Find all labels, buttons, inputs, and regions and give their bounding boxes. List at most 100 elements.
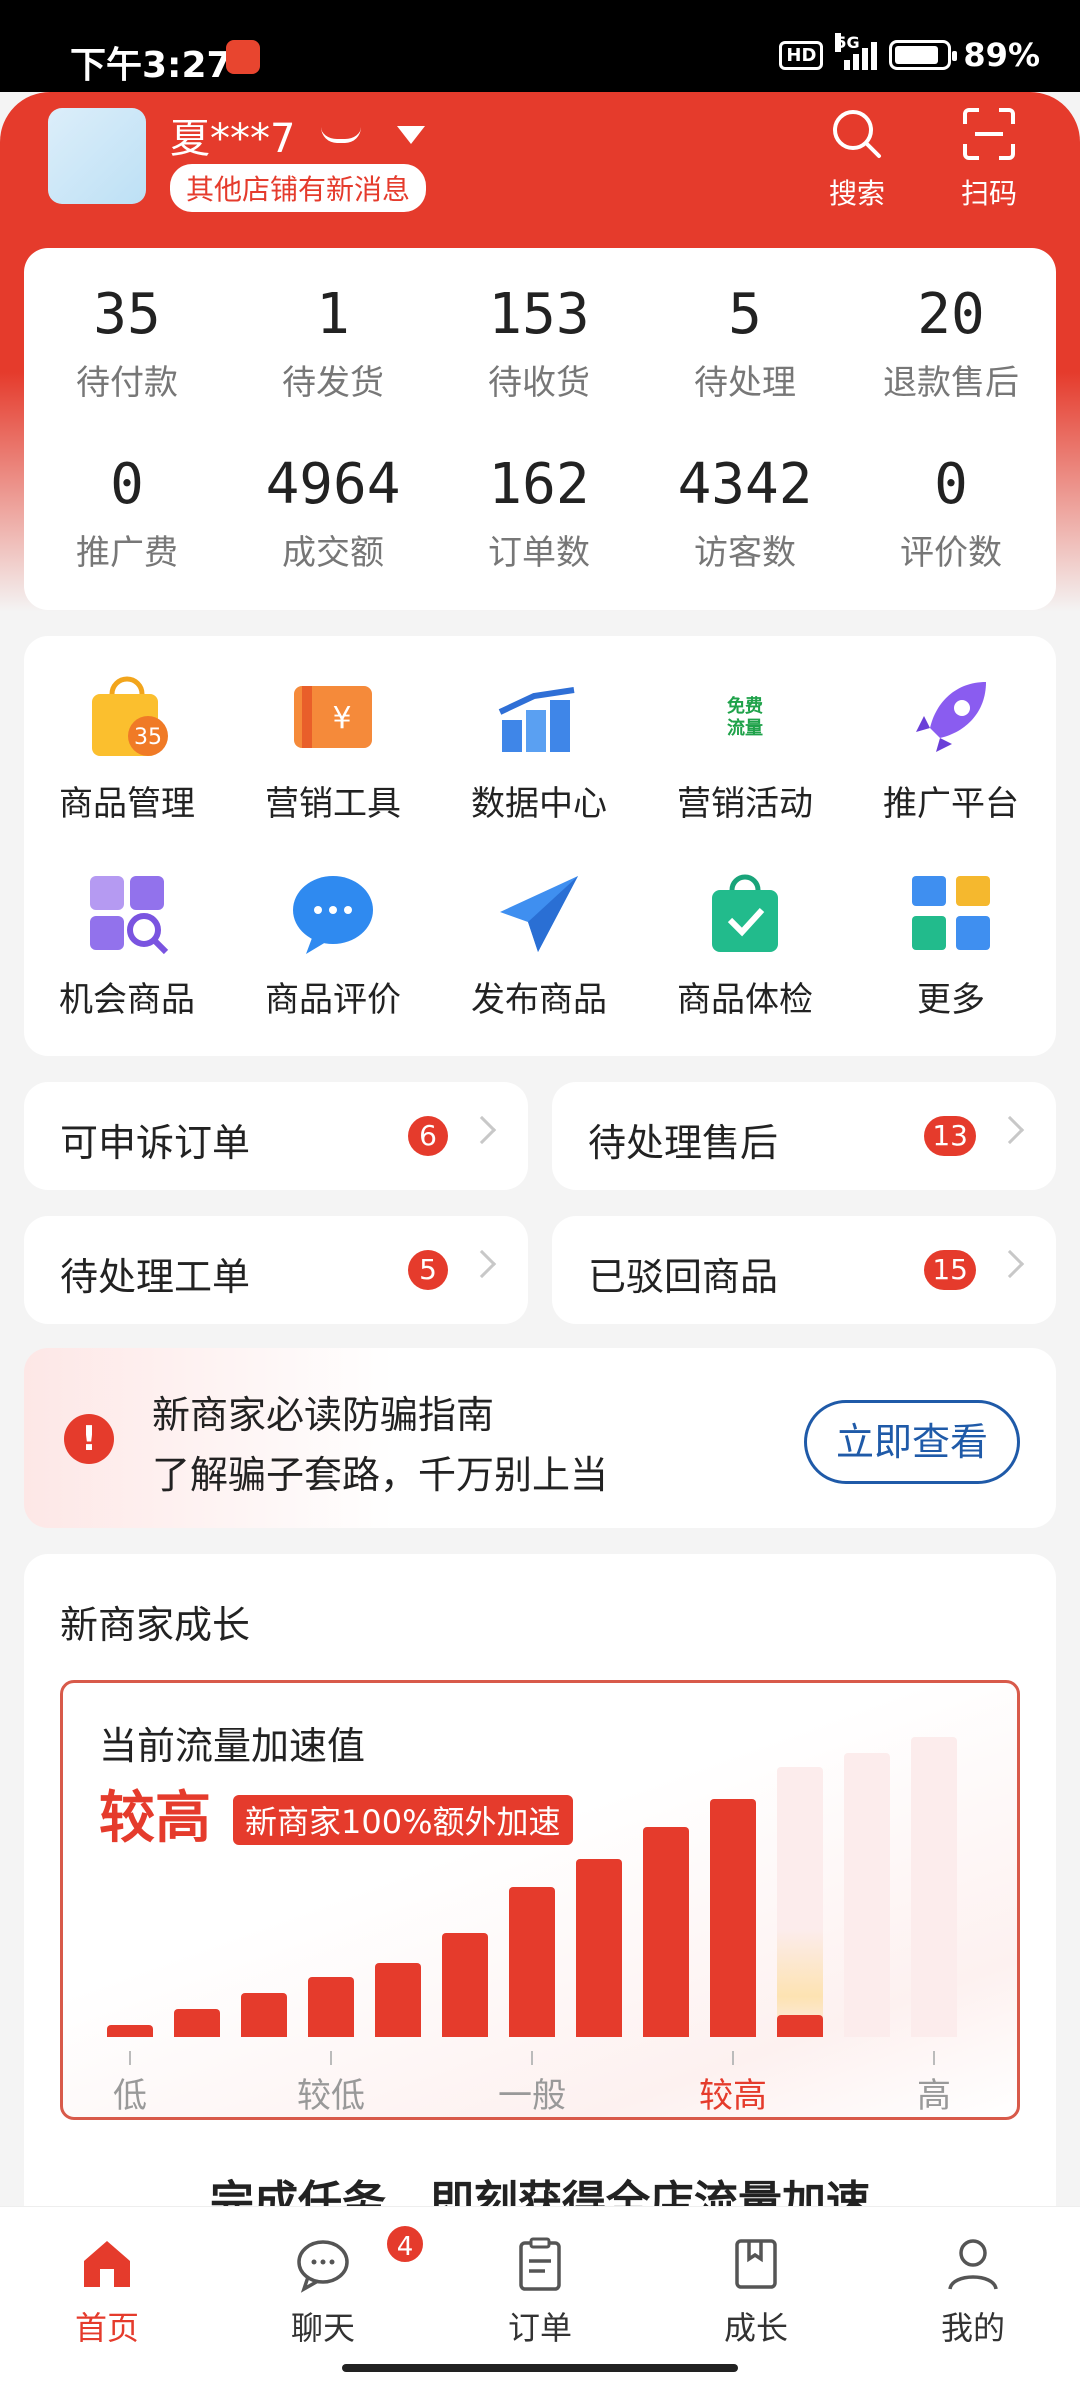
axis-label-medium: 一般	[498, 2076, 566, 2116]
tab-home[interactable]: 首页	[32, 2235, 182, 2349]
home-indicator[interactable]	[342, 2364, 738, 2372]
quick-link-appealable-orders[interactable]: 可申诉订单 6	[24, 1082, 528, 1190]
battery-icon	[889, 40, 958, 70]
stat-pending-shipment[interactable]: 1 待发货	[230, 282, 436, 404]
chevron-right-icon	[467, 1115, 497, 1145]
tool-marketing-tools[interactable]: ¥ 营销工具	[230, 672, 436, 825]
search-button[interactable]: 搜索	[812, 106, 902, 212]
username: 夏***7	[170, 116, 296, 162]
svg-text:35: 35	[134, 725, 162, 750]
tool-marketing-activities[interactable]: 免费 流量 营销活动	[642, 672, 848, 825]
chevron-right-icon	[995, 1249, 1025, 1279]
status-bar: 下午3:27 HD 5G 89%	[0, 0, 1080, 92]
svg-text:¥: ¥	[332, 701, 351, 736]
stat-orders[interactable]: 162 订单数	[436, 452, 642, 574]
level-bar	[174, 2009, 220, 2037]
view-now-button[interactable]: 立即查看	[804, 1400, 1020, 1484]
level-bar	[308, 1977, 354, 2037]
stat-promo-fee[interactable]: 0 推广费	[24, 452, 230, 574]
tool-promotion-platform[interactable]: 推广平台	[848, 672, 1054, 825]
tool-opportunity-products[interactable]: 机会商品	[24, 868, 230, 1021]
signal-icon: 5G	[835, 33, 878, 70]
notice-subtitle: 了解骗子套路，千万别上当	[152, 1453, 609, 1497]
stat-refunds[interactable]: 20 退款售后	[848, 282, 1054, 404]
scan-icon	[963, 108, 1015, 160]
warning-icon: !	[64, 1414, 114, 1464]
axis-label-high: 高	[917, 2076, 951, 2116]
stat-pending-payment[interactable]: 35 待付款	[24, 282, 230, 404]
notice-title: 新商家必读防骗指南	[152, 1393, 495, 1437]
stat-reviews[interactable]: 0 评价数	[848, 452, 1054, 574]
chat-icon: 4	[294, 2223, 426, 2293]
stat-pending-receipt[interactable]: 153 待收货	[436, 282, 642, 404]
free-traffic-icon: 免费 流量	[700, 672, 790, 762]
search-label: 搜索	[828, 177, 885, 210]
level-bar	[241, 1993, 287, 2037]
level-bar	[643, 1827, 689, 2037]
level-bar-next	[844, 1753, 890, 2037]
axis-label-low: 低	[113, 2076, 147, 2116]
rocket-icon	[906, 672, 996, 762]
order-stats-card: 35 待付款 1 待发货 153 待收货 5 待处理 20 退款售后 0 推广费 4964 成…	[24, 248, 1056, 610]
person-icon	[944, 2235, 1002, 2293]
traffic-boost-panel[interactable]: 当前流量加速值 较高 新商家100%额外加速 低 较低 一般 较高 高	[60, 1680, 1020, 2120]
checked-bag-icon	[700, 868, 790, 958]
book-icon	[727, 2235, 785, 2293]
count-badge: 15	[924, 1250, 976, 1290]
tool-product-reviews[interactable]: 商品评价	[230, 868, 436, 1021]
tool-product-management[interactable]: 35 商品管理	[24, 672, 230, 825]
level-bar-next	[777, 1767, 823, 2037]
hide-eye-icon[interactable]	[321, 127, 362, 143]
chevron-right-icon	[467, 1249, 497, 1279]
tool-product-checkup[interactable]: 商品体检	[642, 868, 848, 1021]
tool-publish-product[interactable]: 发布商品	[436, 868, 642, 1021]
avatar[interactable]	[48, 108, 146, 204]
tools-grid: 35 商品管理 ¥ 营销工具 数据中心 免费流量 营销活动 推广平台 机会商品	[24, 636, 1056, 1056]
new-merchant-growth-card: 新商家成长 当前流量加速值 较高 新商家100%额外加速 低 较低 一般 较高 …	[24, 1554, 1056, 2254]
scan-button[interactable]: 扫码	[944, 106, 1034, 212]
level-bar	[576, 1859, 622, 2037]
count-badge: 5	[408, 1250, 448, 1290]
level-bar	[442, 1933, 488, 2037]
store-switcher[interactable]: 夏***7	[170, 106, 426, 164]
tool-more[interactable]: 更多	[848, 868, 1054, 1021]
stat-pending-handle[interactable]: 5 待处理	[642, 282, 848, 404]
chevron-down-icon[interactable]	[397, 126, 426, 144]
hd-icon: HD	[779, 40, 824, 70]
boost-label: 当前流量加速值	[99, 1724, 366, 1768]
boost-tag: 新商家100%额外加速	[233, 1795, 573, 1845]
quick-link-pending-aftersales[interactable]: 待处理售后 13	[552, 1082, 1056, 1190]
svg-text:流量: 流量	[727, 717, 763, 739]
paper-plane-icon	[494, 868, 584, 958]
new-message-badge[interactable]: 其他店铺有新消息	[170, 164, 427, 212]
more-apps-icon	[906, 868, 996, 958]
count-badge: 13	[924, 1116, 976, 1156]
tab-chat[interactable]: 4 聊天	[248, 2223, 426, 2349]
tab-growth[interactable]: 成长	[681, 2235, 831, 2349]
tab-orders[interactable]: 订单	[465, 2235, 615, 2349]
tab-profile[interactable]: 我的	[898, 2235, 1048, 2349]
home-icon	[78, 2235, 136, 2293]
quick-link-pending-tickets[interactable]: 待处理工单 5	[24, 1216, 528, 1324]
svg-text:免费: 免费	[727, 695, 763, 717]
chat-bubble-icon	[288, 868, 378, 958]
bar-chart-icon	[494, 672, 584, 762]
boost-level: 较高	[99, 1786, 211, 1851]
bottom-tab-bar: 首页 4 聊天 订单 成长 我的	[0, 2206, 1080, 2400]
tool-data-center[interactable]: 数据中心	[436, 672, 642, 825]
order-icon	[511, 2235, 569, 2293]
level-bar-current	[777, 2015, 823, 2037]
quick-link-rejected-products[interactable]: 已驳回商品 15	[552, 1216, 1056, 1324]
scan-label: 扫码	[960, 177, 1017, 210]
grid-search-icon	[82, 868, 172, 958]
count-badge: 6	[408, 1116, 448, 1156]
stat-visitors[interactable]: 4342 访客数	[642, 452, 848, 574]
coupon-icon: ¥	[288, 672, 378, 762]
stat-gmv[interactable]: 4964 成交额	[230, 452, 436, 574]
level-bar-next	[911, 1737, 957, 2037]
level-bar	[710, 1799, 756, 2037]
chevron-right-icon	[995, 1115, 1025, 1145]
level-bar	[375, 1963, 421, 2037]
anti-fraud-notice[interactable]: ! 新商家必读防骗指南 了解骗子套路，千万别上当 立即查看	[24, 1348, 1056, 1528]
app-notification-icon	[226, 40, 260, 74]
